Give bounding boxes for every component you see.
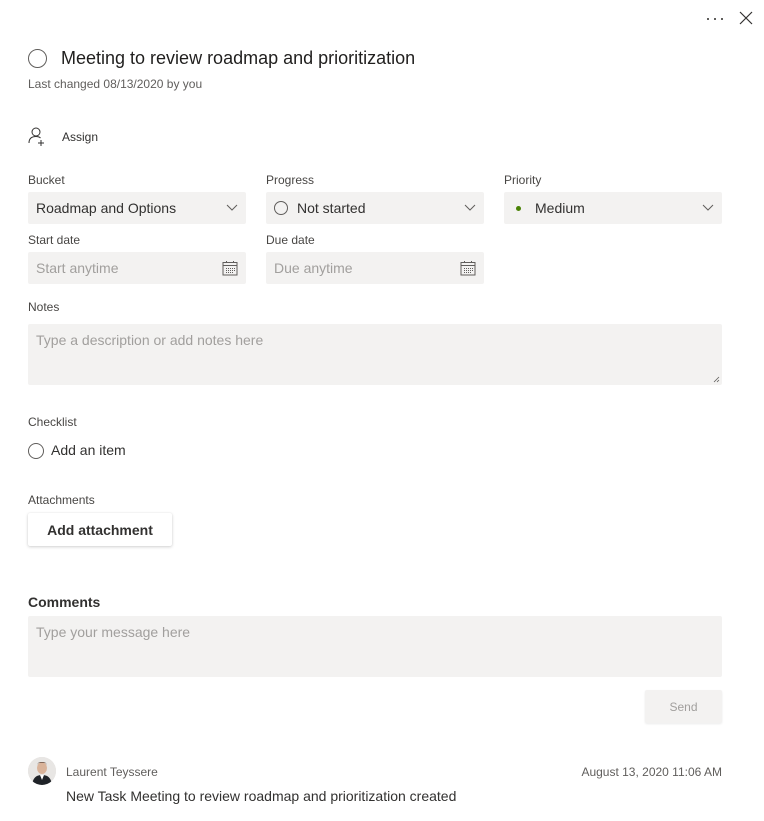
resize-handle-icon[interactable] [713,376,720,383]
priority-label: Priority [504,173,542,187]
not-started-icon [274,201,288,215]
avatar [28,757,56,785]
comment-input[interactable]: Type your message here [28,616,722,677]
chevron-down-icon [226,204,238,211]
start-date-label: Start date [28,233,81,247]
start-date-placeholder: Start anytime [36,260,119,276]
chevron-down-icon [702,204,714,211]
progress-dropdown[interactable]: Not started [266,192,484,224]
add-checklist-item-input[interactable]: Add an item [51,442,126,458]
checklist-label: Checklist [28,415,77,429]
assign-button[interactable]: Assign [28,127,98,147]
priority-medium-icon [516,205,521,211]
comment-text: New Task Meeting to review roadmap and p… [66,788,457,804]
complete-task-checkbox[interactable] [28,49,47,68]
assign-label: Assign [62,130,99,144]
more-horizontal-icon [707,18,709,20]
attachments-label: Attachments [28,493,95,507]
start-date-input[interactable]: Start anytime [28,252,246,284]
add-person-icon [28,127,44,146]
bucket-dropdown[interactable]: Roadmap and Options [28,192,246,224]
progress-label: Progress [266,173,315,187]
due-date-input[interactable]: Due anytime [266,252,484,284]
due-date-placeholder: Due anytime [274,260,353,276]
comments-label: Comments [28,594,101,610]
send-button[interactable]: Send [645,690,722,723]
calendar-icon[interactable] [222,260,238,276]
last-changed-text: Last changed 08/13/2020 by you [28,77,203,91]
comment-placeholder: Type your message here [36,624,191,640]
checklist-item-checkbox [28,443,44,459]
priority-dropdown[interactable]: Medium [504,192,722,224]
chevron-down-icon [464,204,476,211]
priority-value: Medium [535,200,585,216]
calendar-icon[interactable] [460,260,476,276]
bucket-value: Roadmap and Options [36,200,177,216]
comment-timestamp: August 13, 2020 11:06 AM [581,765,722,779]
progress-value: Not started [297,200,366,216]
close-icon [739,11,753,25]
due-date-label: Due date [266,233,315,247]
comment-author: Laurent Teyssere [66,765,158,779]
notes-label: Notes [28,300,60,314]
bucket-label: Bucket [28,173,65,187]
add-attachment-button[interactable]: Add attachment [28,513,172,546]
task-title[interactable]: Meeting to review roadmap and prioritiza… [61,48,415,69]
notes-textarea[interactable]: Type a description or add notes here [28,324,722,385]
close-button[interactable] [737,9,755,27]
more-options-button[interactable] [704,8,726,28]
notes-placeholder: Type a description or add notes here [36,332,264,348]
